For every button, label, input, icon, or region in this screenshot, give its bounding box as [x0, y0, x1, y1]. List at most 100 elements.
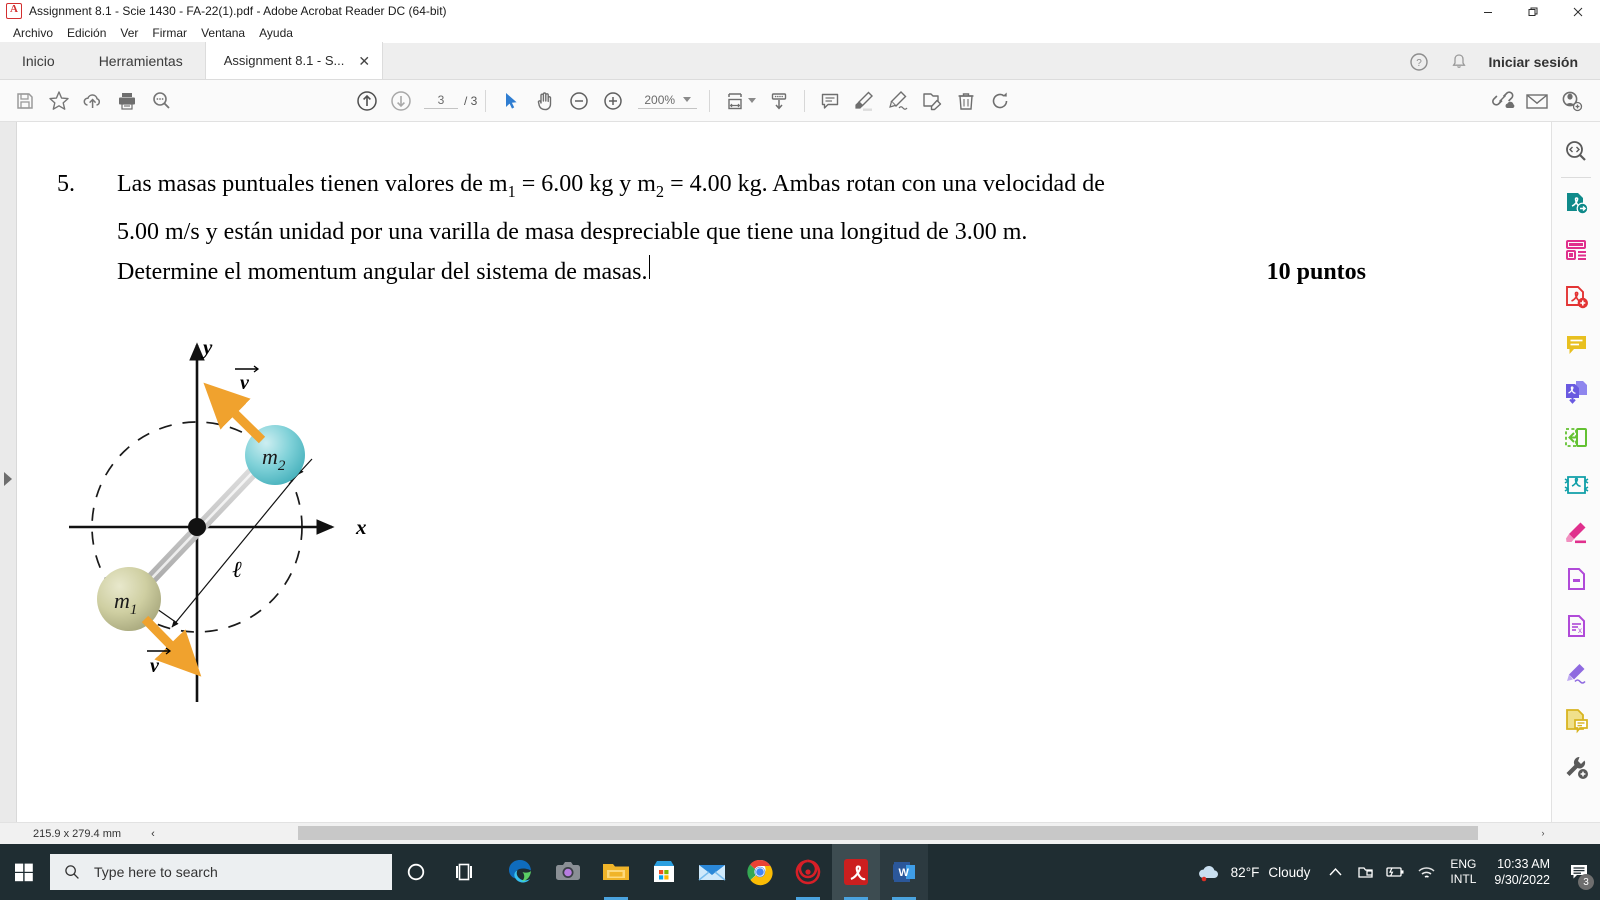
maximize-button[interactable] [1510, 0, 1555, 23]
search-icon[interactable] [144, 84, 178, 118]
help-circle-icon[interactable]: ? [1399, 43, 1439, 80]
email-icon[interactable] [1520, 84, 1554, 118]
menu-item-ayuda[interactable]: Ayuda [252, 23, 300, 43]
chevron-down-icon[interactable] [683, 97, 692, 102]
edit-pdf-icon[interactable] [1552, 462, 1600, 509]
taskbar-apps: W [496, 844, 928, 900]
comment-icon[interactable] [1552, 321, 1600, 368]
signin-button[interactable]: Iniciar sesión [1479, 54, 1600, 70]
menu-item-archivo[interactable]: Archivo [6, 23, 60, 43]
minimize-button[interactable] [1465, 0, 1510, 23]
y-axis-label: y [200, 335, 213, 359]
google-chrome-icon[interactable] [736, 844, 784, 900]
spiral-app-icon[interactable] [784, 844, 832, 900]
combine-files-icon[interactable] [1552, 368, 1600, 415]
tab-herramientas[interactable]: Herramientas [76, 42, 205, 79]
search-input[interactable]: Type here to search [50, 854, 392, 890]
save-icon[interactable] [8, 84, 42, 118]
wifi-icon[interactable] [1410, 844, 1442, 900]
physics-diagram: x y ℓ m2 m1 v v [57, 327, 387, 707]
adobe-acrobat-icon[interactable] [832, 844, 880, 900]
share-link-icon[interactable] [1486, 84, 1520, 118]
menu-item-ver[interactable]: Ver [113, 23, 145, 43]
tab-inicio[interactable]: Inicio [0, 42, 77, 79]
chevron-down-icon[interactable] [748, 98, 757, 103]
highlight-text-icon[interactable] [1552, 509, 1600, 556]
menu-item-ventana[interactable]: Ventana [194, 23, 252, 43]
clock-date: 9/30/2022 [1494, 873, 1550, 887]
notification-icon[interactable]: 3 [1560, 844, 1598, 900]
cortana-circle-icon[interactable] [392, 844, 440, 900]
zoom-in-icon[interactable] [596, 84, 630, 118]
svg-text:x: x [1578, 626, 1582, 635]
weather-widget[interactable]: 82°F Cloudy [1186, 862, 1321, 882]
fill-sign-form-icon[interactable]: x [1552, 603, 1600, 650]
fill-and-sign-icon[interactable] [915, 84, 949, 118]
camera-icon[interactable] [544, 844, 592, 900]
velocity-label-m1: v [150, 655, 160, 677]
microsoft-store-icon[interactable] [640, 844, 688, 900]
question-body: Las masas puntuales tienen valores de m1… [117, 164, 1482, 292]
horizontal-scroll-thumb[interactable] [298, 826, 1478, 840]
horizontal-scrollbar[interactable]: › [180, 826, 1550, 840]
file-explorer-icon[interactable] [592, 844, 640, 900]
trash-icon[interactable] [949, 84, 983, 118]
text-cursor [648, 254, 650, 279]
svg-text:W: W [899, 867, 910, 879]
create-pdf-icon[interactable] [1552, 274, 1600, 321]
fit-page-icon[interactable] [718, 84, 752, 118]
page-down-arrow-icon[interactable] [384, 84, 418, 118]
request-signature-icon[interactable] [1552, 650, 1600, 697]
show-hidden-icons-button[interactable] [1320, 844, 1350, 900]
zoom-out-icon[interactable] [562, 84, 596, 118]
close-icon[interactable]: ✕ [358, 54, 370, 68]
bell-icon[interactable] [1439, 43, 1479, 80]
microsoft-edge-icon[interactable] [496, 844, 544, 900]
draw-freehand-icon[interactable] [881, 84, 915, 118]
export-pdf-icon[interactable] [1552, 180, 1600, 227]
comment-icon[interactable] [813, 84, 847, 118]
rotate-icon[interactable] [983, 84, 1017, 118]
window-title: Assignment 8.1 - Scie 1430 - FA-22(1).pd… [29, 4, 447, 18]
star-icon[interactable] [42, 84, 76, 118]
protect-pdf-icon[interactable] [1552, 556, 1600, 603]
page-up-arrow-icon[interactable] [350, 84, 384, 118]
print-icon[interactable] [110, 84, 144, 118]
acrobat-window: Assignment 8.1 - Scie 1430 - FA-22(1).pd… [0, 0, 1600, 900]
status-chevron-icon[interactable]: ‹ [151, 828, 155, 840]
compress-pdf-icon[interactable] [1552, 415, 1600, 462]
left-panel-rail[interactable] [0, 122, 17, 822]
menu-item-firmar[interactable]: Firmar [145, 23, 194, 43]
hand-tool-icon[interactable] [528, 84, 562, 118]
language-line-1: ENG [1450, 857, 1477, 871]
expand-panel-icon[interactable] [4, 472, 12, 486]
menu-item-edicion[interactable]: Edición [60, 23, 113, 43]
page-number-input[interactable] [424, 92, 458, 109]
organize-pages-icon[interactable] [1552, 227, 1600, 274]
zoom-level-select[interactable]: 200% [638, 93, 698, 109]
highlight-icon[interactable] [847, 84, 881, 118]
clock[interactable]: 10:33 AM 9/30/2022 [1484, 856, 1560, 888]
pdf-page[interactable]: 5. Las masas puntuales tienen valores de… [17, 122, 1501, 822]
toolbar: / 3 200% [0, 80, 1600, 122]
battery-icon[interactable] [1380, 844, 1410, 900]
add-user-icon[interactable] [1554, 84, 1588, 118]
close-button[interactable] [1555, 0, 1600, 23]
more-tools-icon[interactable] [1552, 744, 1600, 791]
add-comment-note-icon[interactable] [1552, 697, 1600, 744]
task-view-icon[interactable] [440, 844, 488, 900]
language-indicator[interactable]: ENG INTL [1442, 857, 1484, 887]
windows-start-icon[interactable] [0, 844, 48, 900]
mail-icon[interactable] [688, 844, 736, 900]
search-document-icon[interactable] [1552, 128, 1600, 175]
microsoft-word-icon[interactable]: W [880, 844, 928, 900]
weather-desc: Cloudy [1268, 864, 1311, 880]
onedrive-icon[interactable] [1350, 844, 1380, 900]
language-line-2: INTL [1450, 872, 1477, 886]
tab-document[interactable]: Assignment 8.1 - S... ✕ [204, 42, 384, 79]
question-line-2: 5.00 m/s y están unidad por una varilla … [117, 218, 1028, 245]
select-cursor-icon[interactable] [494, 84, 528, 118]
upload-cloud-icon[interactable] [76, 84, 110, 118]
scroll-mode-icon[interactable] [762, 84, 796, 118]
scroll-right-button[interactable]: › [1536, 826, 1550, 840]
